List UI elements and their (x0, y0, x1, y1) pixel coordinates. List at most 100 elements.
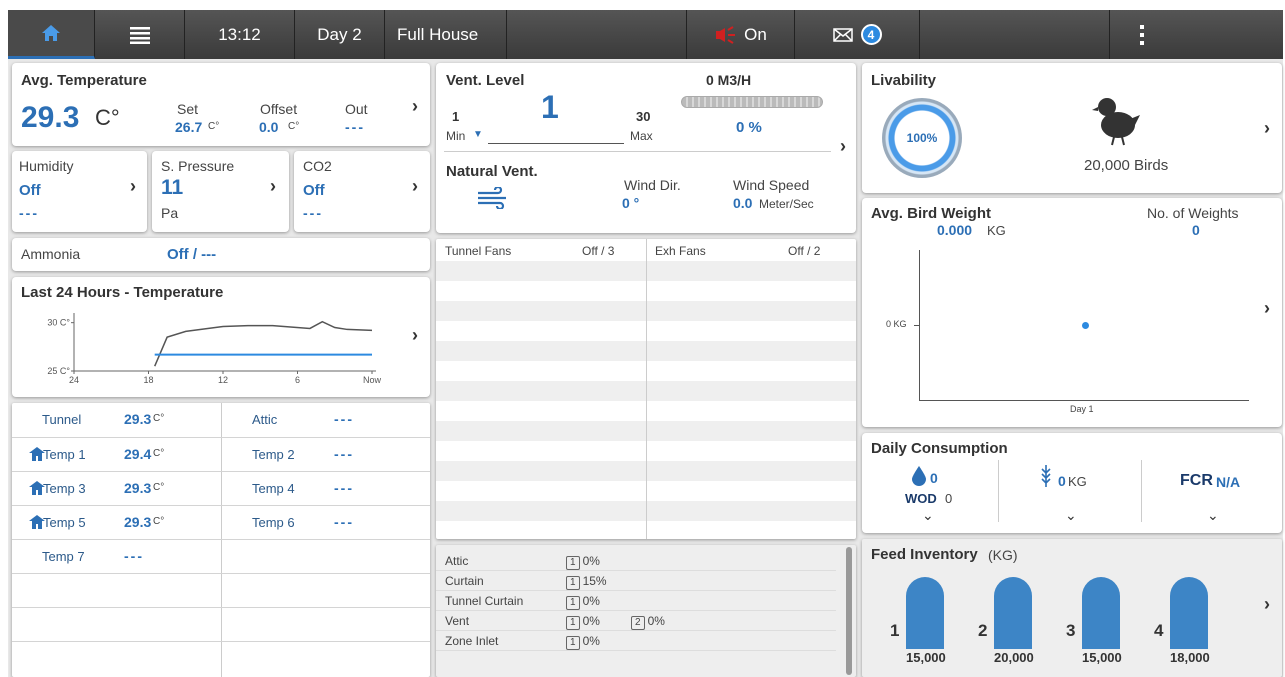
unit-label: C° (288, 121, 300, 132)
bird-count: 20,000 Birds (1084, 157, 1169, 174)
ammonia-panel[interactable]: Ammonia Off / --- (12, 238, 430, 271)
exhaust-fans-value: Off / 2 (788, 244, 821, 258)
avg-bird-weight-panel[interactable]: Avg. Bird Weight 0.000 KG No. of Weights… (862, 198, 1282, 427)
feed-bin[interactable] (1082, 577, 1120, 649)
fans-panel[interactable]: Tunnel Fans Off / 3 Exh Fans Off / 2 (436, 239, 856, 539)
panel-title: Livability (871, 72, 937, 89)
sensor-value: --- (334, 446, 354, 462)
chevron-down-icon[interactable]: ⌄ (922, 507, 934, 524)
offset-label: Offset (260, 101, 298, 117)
bin-number: 4 (1154, 621, 1164, 640)
wod-value: 0 (945, 491, 953, 506)
feed-bin[interactable] (906, 577, 944, 649)
daily-consumption-panel[interactable]: Daily Consumption 0 WOD 0 ⌄ 0 KG ⌄ FCR N… (862, 433, 1282, 533)
house-mode[interactable]: Full House (385, 10, 507, 59)
inlet-name: Vent (445, 614, 470, 628)
sensor-value: --- (124, 548, 144, 564)
sensor-name: Attic (252, 412, 278, 427)
inlet-name: Zone Inlet (445, 634, 499, 648)
envelope-icon (832, 27, 853, 42)
inlet-row: Vent 1 0% 2 0% (436, 611, 836, 631)
scrollbar[interactable] (846, 547, 852, 675)
co2-value: Off (303, 182, 325, 199)
avg-temperature-panel[interactable]: Avg. Temperature 29.3 C° Set 26.7 C° Off… (12, 63, 430, 146)
temperature-chart: 30 C° 25 C°24 18 12 6 Now (47, 313, 382, 385)
inlets-panel[interactable]: Attic 1 0% Curtain 1 15% Tunnel Curtain 1 0% Vent… (436, 545, 856, 677)
table-row: Temp 1 29.4 C° Temp 2 --- (12, 437, 430, 471)
vent-progress-bar (681, 96, 823, 108)
alarm-status[interactable]: On (687, 10, 795, 59)
chevron-down-icon[interactable]: ⌄ (1065, 507, 1077, 524)
humidity-label: Humidity (19, 158, 74, 174)
weights-count-label: No. of Weights (1147, 205, 1239, 221)
fcr-value: N/A (1216, 474, 1241, 490)
more-button[interactable] (1110, 10, 1173, 59)
bin-amount: 15,000 (906, 650, 946, 665)
chevron-right-icon: › (840, 136, 846, 156)
inlet-percent: 0% (582, 614, 600, 628)
sensor-value: --- (334, 480, 354, 496)
inlet-percent: 0% (582, 594, 600, 608)
bin-amount: 20,000 (994, 650, 1034, 665)
humidity-value: Off (19, 182, 41, 199)
feed-unit-label: (KG) (988, 547, 1018, 563)
last-24-hours-panel[interactable]: Last 24 Hours - Temperature 30 C° 25 C° 24… (12, 277, 430, 397)
top-bar: 13:12 Day 2 Full House On 4 (8, 10, 1283, 59)
sensor-name: Tunnel (42, 412, 82, 427)
table-row: Temp 7 --- (12, 539, 430, 573)
feed-grain-icon (1041, 465, 1051, 487)
fcr-label: FCR (1180, 472, 1213, 489)
panel-title: Last 24 Hours - Temperature (21, 284, 224, 301)
offset-value: 0.0 (259, 119, 279, 135)
static-pressure-panel[interactable]: S. Pressure 11 Pa › (152, 151, 289, 232)
sensor-name: Temp 4 (252, 481, 295, 496)
feed-bin[interactable] (994, 577, 1032, 649)
livability-panel[interactable]: Livability 100% 20,000 Birds › (862, 63, 1282, 193)
wind-speed-value: 0.0 (733, 195, 753, 211)
chevron-right-icon: › (1264, 298, 1270, 318)
weight-unit: KG (987, 223, 1006, 238)
feed-inventory-panel[interactable]: Feed Inventory (KG) 1 15,000 2 20,000 3 15,00… (862, 539, 1282, 677)
x-tick-label: 12 (218, 375, 228, 385)
feed-unit: KG (1068, 474, 1087, 489)
sensor-name: Temp 1 (43, 447, 86, 462)
inlet-name: Curtain (445, 574, 484, 588)
home-button[interactable] (8, 10, 95, 59)
x-tick-label: Now (363, 375, 382, 385)
vent-level-panel[interactable]: Vent. Level 0 M3/H 1 1 Min ▼ 30 Max 0 % … (436, 63, 856, 233)
more-vertical-icon (1139, 24, 1144, 45)
y-tick-label: 25 C° (47, 366, 70, 376)
max-label: Max (630, 129, 653, 143)
bin-amount: 15,000 (1082, 650, 1122, 665)
table-row: Tunnel 29.3 C° Attic --- (12, 403, 430, 437)
bin-number: 1 (890, 621, 900, 640)
bin-number: 3 (1066, 621, 1076, 640)
inlet-number: 2 (631, 616, 645, 630)
chevron-right-icon: › (1264, 594, 1270, 614)
co2-panel[interactable]: CO2 Off --- › (294, 151, 430, 232)
min-value: 1 (452, 109, 460, 124)
panel-title: Feed Inventory (871, 546, 978, 563)
sensor-name: Temp 7 (42, 549, 85, 564)
humidity-sub: --- (19, 205, 39, 221)
inlet-percent: 15% (582, 574, 607, 588)
menu-button[interactable] (95, 10, 185, 59)
chevron-down-icon[interactable]: ⌄ (1207, 507, 1219, 524)
panel-title: Avg. Temperature (21, 72, 147, 89)
temperature-series-line (154, 320, 373, 367)
sensor-name: Temp 5 (43, 515, 86, 530)
day-indicator[interactable]: Day 2 (295, 10, 385, 59)
feed-bin[interactable] (1170, 577, 1208, 649)
pressure-value: 11 (161, 176, 184, 199)
messages-button[interactable]: 4 (795, 10, 920, 59)
humidity-panel[interactable]: Humidity Off --- › (12, 151, 147, 232)
inlet-percent: 0% (647, 614, 665, 628)
wind-direction-value: 0 ° (622, 195, 640, 211)
sensor-unit: C° (153, 413, 165, 424)
ammonia-value: Off / --- (167, 246, 217, 263)
sensor-value: 29.4 (124, 446, 152, 462)
y-tick-label: 0 KG (886, 319, 907, 329)
sensor-name: Temp 2 (252, 447, 295, 462)
exhaust-fans-label: Exh Fans (655, 244, 706, 258)
min-label[interactable]: Min (446, 129, 465, 143)
